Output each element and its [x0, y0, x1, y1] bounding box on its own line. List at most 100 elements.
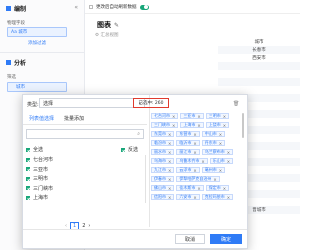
remove-tag-icon[interactable]: ×: [193, 141, 196, 146]
tag-row: 佛山市 × 佳木斯市 × 保定市 ×: [151, 185, 243, 194]
auto-refresh-toggle[interactable]: [139, 4, 149, 10]
list-item-checkbox[interactable]: [26, 195, 30, 200]
list-item-label: 七台河市: [33, 157, 54, 164]
selected-count: 已选中: 260: [133, 98, 169, 108]
tag-row: 乌海市 × 乌鲁木齐市 × 乐山市 ×: [151, 158, 243, 167]
add-filter-tooltip[interactable]: 添加过滤: [28, 40, 46, 46]
invert-checkbox[interactable]: [120, 147, 125, 152]
invert-label: 反选: [127, 147, 138, 154]
remove-tag-icon[interactable]: ×: [193, 168, 196, 173]
scrollbar[interactable]: [145, 155, 146, 203]
selected-tag-label: 临沂市: [179, 140, 192, 145]
remove-tag-icon[interactable]: ×: [168, 132, 171, 137]
selected-tag-label: 中山市: [204, 131, 217, 136]
cancel-button[interactable]: 取消: [175, 234, 205, 244]
remove-tag-icon[interactable]: ×: [168, 159, 171, 164]
field-chip-city[interactable]: Aa 城市: [7, 27, 67, 37]
selected-tag-label: 上海市: [183, 122, 196, 127]
remove-tag-icon[interactable]: ×: [227, 159, 230, 164]
remove-tag-icon[interactable]: ×: [219, 132, 222, 137]
list-item-checkbox[interactable]: [26, 176, 30, 181]
remove-tag-icon[interactable]: ×: [227, 195, 230, 200]
select-all[interactable]: 全选: [26, 145, 43, 155]
remove-tag-icon[interactable]: ×: [223, 114, 226, 119]
auto-refresh-checkbox[interactable]: [89, 5, 93, 9]
selected-tag-label: 东莞市: [154, 131, 166, 136]
selected-tag-label: 保定市: [208, 185, 221, 190]
remove-tag-icon[interactable]: ×: [168, 168, 171, 173]
confirm-button[interactable]: 确定: [210, 234, 242, 244]
tag-row: 东莞市 × 东营市 × 中山市 ×: [151, 131, 243, 140]
value-list: 七台河市 三亚市 三明市 三门峡市 上海市: [26, 155, 144, 203]
remove-tag-icon[interactable]: ×: [168, 150, 171, 155]
edit-title-icon[interactable]: ✎: [114, 22, 119, 29]
type-select-value: 选择: [43, 100, 54, 107]
selected-tag: 上饶市 ×: [205, 122, 230, 128]
remove-tag-icon[interactable]: ×: [219, 168, 222, 173]
selected-tag: 乐山市 ×: [209, 158, 234, 164]
analysis-header: 分析: [6, 58, 26, 67]
filter-chip-label: 城市: [16, 85, 25, 90]
selected-tag-label: 上饶市: [208, 122, 221, 127]
selected-tag: 临汾市 ×: [151, 140, 175, 146]
search-input[interactable]: ⌕: [26, 129, 144, 139]
remove-tag-icon[interactable]: ×: [227, 150, 230, 155]
remove-tag-icon[interactable]: ×: [168, 186, 171, 191]
list-item[interactable]: 上海市: [26, 193, 144, 203]
select-row: 全选 反选: [26, 145, 144, 155]
edit-panel-header: 编制 «: [0, 0, 84, 16]
chart-title: 图表: [97, 21, 111, 29]
tag-row: 丽水市 × 丽江市 × 乌兰察布市 ×: [151, 149, 243, 158]
remove-tag-icon[interactable]: ×: [201, 159, 204, 164]
list-item-checkbox[interactable]: [26, 186, 30, 191]
list-item-checkbox[interactable]: [26, 167, 30, 172]
select-all-label: 全选: [33, 147, 44, 154]
divider: [85, 13, 300, 14]
remove-tag-icon[interactable]: ×: [197, 123, 200, 128]
selected-tag-label: 丹东市: [204, 140, 217, 145]
remove-tag-icon[interactable]: ×: [172, 114, 175, 119]
remove-tag-icon[interactable]: ×: [223, 123, 226, 128]
selected-tag-label: 伊春市: [154, 176, 166, 181]
select-all-checkbox[interactable]: [26, 147, 30, 152]
divider: [23, 124, 147, 125]
selected-tag-label: 乌兰察布市: [204, 149, 225, 154]
selected-tag-label: 三门峡市: [154, 122, 170, 127]
remove-tag-icon[interactable]: ×: [172, 123, 175, 128]
remove-tag-icon[interactable]: ×: [197, 186, 200, 191]
remove-tag-icon[interactable]: ×: [168, 177, 171, 182]
selected-tag: 九江市 ×: [151, 167, 175, 173]
selected-tag: 佛山市 ×: [151, 185, 175, 191]
selected-tag-label: 临汾市: [154, 140, 166, 145]
tag-row: 三门峡市 × 上海市 × 上饶市 ×: [151, 122, 243, 131]
delete-icon[interactable]: 🗑: [233, 101, 239, 107]
search-icon: ⌕: [137, 131, 140, 137]
remove-tag-icon[interactable]: ×: [193, 195, 196, 200]
remove-tag-icon[interactable]: ×: [223, 186, 226, 191]
invert-selection[interactable]: 反选: [120, 145, 138, 155]
list-item[interactable]: 三明市: [26, 174, 144, 184]
remove-tag-icon[interactable]: ×: [168, 141, 171, 146]
type-select[interactable]: 选择 ▾: [39, 98, 145, 108]
selected-tag-label: 云浮市: [179, 167, 192, 172]
remove-tag-icon[interactable]: ×: [168, 195, 171, 200]
list-item[interactable]: 七台河市: [26, 155, 144, 165]
filter-dialog: 类型: 选择 ▾ 列表值选择 批量添加 ⌕ 全选 反选 七台河市 三亚市 三明市 三门…: [22, 94, 248, 249]
list-item[interactable]: 三亚市: [26, 165, 144, 175]
tag-scrollbar[interactable]: [242, 113, 244, 138]
filter-chip-city[interactable]: 城市: [7, 82, 67, 92]
list-item[interactable]: 三门峡市: [26, 184, 144, 194]
selected-tag: 临沂市 ×: [176, 140, 200, 146]
remove-tag-icon[interactable]: ×: [197, 114, 200, 119]
remove-tag-icon[interactable]: ×: [193, 150, 196, 155]
remove-tag-icon[interactable]: ×: [193, 132, 196, 137]
list-item-checkbox[interactable]: [26, 157, 30, 162]
remove-tag-icon[interactable]: ×: [213, 177, 216, 182]
physical-field-label: 物理字段: [7, 21, 25, 26]
gear-icon: ⚙: [95, 33, 100, 38]
collapse-icon[interactable]: «: [74, 4, 78, 11]
selected-tag: 丽水市 ×: [151, 149, 175, 155]
remove-tag-icon[interactable]: ×: [219, 141, 222, 146]
selected-tag-label: 三亚市: [183, 113, 196, 118]
selected-tag-label: 丽水市: [154, 149, 166, 154]
